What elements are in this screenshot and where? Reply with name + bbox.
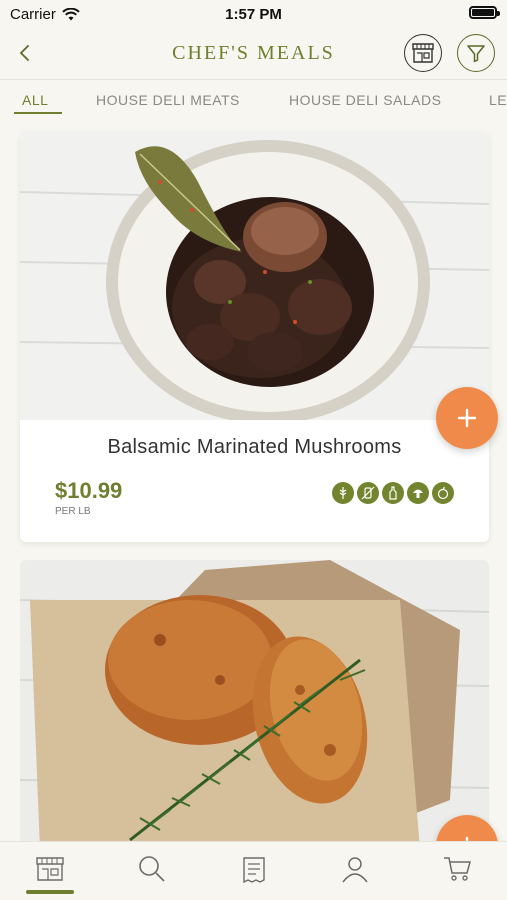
- dairy-free-icon: [361, 486, 375, 500]
- cart-icon: [444, 857, 471, 881]
- add-to-cart-button[interactable]: [436, 387, 498, 449]
- list-icon: [243, 857, 265, 884]
- store-icon: [412, 43, 434, 63]
- bottle-badge[interactable]: [382, 482, 404, 504]
- mushroom-photo: [20, 132, 489, 420]
- apple-icon: [437, 486, 449, 500]
- tab-house-deli-meats[interactable]: HOUSE DELI MEATS: [96, 92, 240, 108]
- product-unit: PER LB: [55, 506, 91, 517]
- wheat-free-icon: [339, 487, 347, 499]
- status-bar: Carrier 1:57 PM: [0, 0, 507, 28]
- tab-all[interactable]: ALL: [22, 92, 48, 108]
- category-tabs: ALL HOUSE DELI MEATS HOUSE DELI SALADS L…: [0, 86, 507, 120]
- filter-icon: [467, 45, 485, 63]
- search-icon: [139, 856, 165, 882]
- apple-badge[interactable]: [432, 482, 454, 504]
- tab-partial[interactable]: LE: [489, 92, 507, 108]
- nav-cart[interactable]: [437, 852, 477, 886]
- mushroom-badge[interactable]: [407, 482, 429, 504]
- nav-search[interactable]: [132, 852, 172, 886]
- product-card[interactable]: Balsamic Marinated Mushrooms $10.99 PER …: [20, 132, 489, 542]
- nav-store[interactable]: [30, 852, 70, 886]
- fried-chicken-photo: [20, 560, 489, 850]
- screen: Carrier 1:57 PM CHEF'S MEALS ALL HOUSE D…: [0, 0, 507, 900]
- filter-button[interactable]: [457, 34, 495, 72]
- nav-active-indicator: [26, 890, 74, 894]
- battery-icon: [469, 6, 500, 19]
- product-info: Balsamic Marinated Mushrooms $10.99 PER …: [35, 420, 474, 542]
- wheat-free-badge[interactable]: [332, 482, 354, 504]
- mushroom-icon: [413, 489, 423, 498]
- store-button[interactable]: [404, 34, 442, 72]
- nav-list[interactable]: [234, 852, 274, 886]
- bottom-nav: [0, 841, 507, 900]
- profile-icon: [342, 857, 368, 883]
- status-time: 1:57 PM: [225, 6, 282, 23]
- bottle-icon: [389, 486, 397, 500]
- dairy-free-badge[interactable]: [357, 482, 379, 504]
- product-card[interactable]: [20, 560, 489, 850]
- tab-active-indicator: [14, 112, 62, 114]
- header: CHEF'S MEALS: [0, 28, 507, 80]
- product-price: $10.99: [55, 478, 123, 503]
- product-name: Balsamic Marinated Mushrooms: [107, 436, 402, 458]
- diet-badges: [332, 482, 454, 504]
- store-icon: [36, 857, 64, 881]
- plus-icon: [457, 408, 477, 428]
- nav-profile[interactable]: [335, 852, 375, 886]
- tab-house-deli-salads[interactable]: HOUSE DELI SALADS: [289, 92, 441, 108]
